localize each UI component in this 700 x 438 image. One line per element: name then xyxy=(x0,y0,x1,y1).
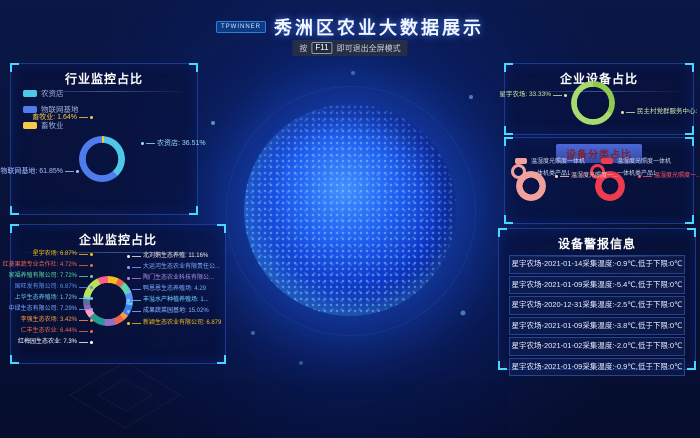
legend-swatch xyxy=(23,90,37,97)
hint-prefix: 按 xyxy=(299,43,307,54)
panel-industry-monitor: 行业监控占比 农资店物联网基地畜牧业 畜牧业: 1.64%农资店: 36.51%… xyxy=(10,63,198,215)
legend-label: 畜牧业 xyxy=(41,120,64,131)
chart-label: 仁丰生态农业: 6.44% xyxy=(21,328,93,334)
alarm-row: 星宇农场-2021-01-09采集温度:-0.9℃,低于下限:0℃ xyxy=(509,358,685,377)
chart-label: 新颖生态农业有限公司: 6.879 xyxy=(127,320,221,326)
legend-swatch xyxy=(601,158,613,164)
chart-label: 红菱果蔬专业合作社: 4.72% xyxy=(3,262,93,268)
chart-label: 中绿生态有限公司: 7.29% xyxy=(9,306,93,312)
chart-label: 国旺发有限公司: 6.87% xyxy=(15,284,93,290)
header: TPWINNER 秀洲区农业大数据展示 xyxy=(0,14,700,40)
chart-label: 上华生态养殖场: 1.72% xyxy=(15,295,93,301)
chart-label: 家福养殖有限公司: 7.72% xyxy=(9,273,93,279)
legend-label: 温湿度光照度一体机 xyxy=(531,156,585,165)
alarm-row: 星宇农场-2021-01-09采集温度:-5.4℃,低于下限:0℃ xyxy=(509,276,685,295)
chart-label: 大运河生态农业有限责任公... xyxy=(127,264,220,270)
alarm-row: 星宇农场-2021-01-09采集温度:-3.8℃,低于下限:0℃ xyxy=(509,317,685,336)
industry-donut-chart[interactable] xyxy=(79,136,125,182)
legend-item: 农资店 xyxy=(23,88,79,99)
hint-suffix: 即可退出全屏模式 xyxy=(337,43,401,54)
fullscreen-hint-bar: 按 F11 即可退出全屏模式 xyxy=(292,40,407,56)
panel-title-alarms: 设备警报信息 xyxy=(499,235,695,252)
alarm-list: 星宇农场-2021-01-14采集温度:-0.9℃,低于下限:0℃ 星宇农场-20… xyxy=(509,255,685,376)
legend-swatch xyxy=(23,106,37,113)
legend-item: 物联网基地 xyxy=(23,104,79,115)
legend-label: 农资店 xyxy=(41,88,64,99)
legend-label: 温湿度光照度一体机 xyxy=(617,156,671,165)
globe-visualization xyxy=(244,104,456,316)
legend-label: 一体机类产品1 xyxy=(617,168,656,177)
legend-swatch xyxy=(23,122,37,129)
divider xyxy=(19,252,217,253)
brand-logo: TPWINNER xyxy=(216,21,266,33)
panel-title-enterprise-monitor: 企业监控占比 xyxy=(11,231,225,248)
chart-label: 陶门生态农业科技有限公... xyxy=(127,275,214,281)
f11-key-badge: F11 xyxy=(311,42,332,54)
panel-title-industry: 行业监控占比 xyxy=(11,70,197,87)
chart-label: 李强生态农场: 3.42% xyxy=(21,317,93,323)
background-particles xyxy=(0,0,2,2)
chart-label: 红梅园生态农业: 7.3% xyxy=(18,339,93,345)
panel-device-class: 设备分类占比 温湿度光照度一体机一体机类产品1 温湿度光照度一体机一体机类产品1… xyxy=(504,137,694,224)
alarm-row: 星宇农场-2020-12-31采集温度:-2.5℃,低于下限:0℃ xyxy=(509,296,685,315)
legend-swatch xyxy=(515,158,527,164)
legend-item: 温湿度光照度一体机 xyxy=(601,156,671,165)
page-title: 秀洲区农业大数据展示 xyxy=(274,14,484,40)
legend-item: 温湿度光照度一体机 xyxy=(515,156,585,165)
enterprise-device-donut-chart[interactable] xyxy=(571,81,615,125)
chart-label: 北刘鹅生态养殖: 11.16% xyxy=(127,253,208,259)
device-class-right-donut-chart[interactable] xyxy=(595,171,625,201)
chart-label: 成果蔬菜园基地: 15.02% xyxy=(127,308,209,314)
panel-alarms: 设备警报信息 星宇农场-2021-01-14采集温度:-0.9℃,低于下限:0℃… xyxy=(498,228,696,370)
panel-enterprise-monitor: 企业监控占比 星宇农场: 6.87%红菱果蔬专业合作社: 4.72%家福养殖有限… xyxy=(10,224,226,364)
panel-enterprise-device: 企业设备占比 星宇农场: 33.33%民主村党群服务中心: xyxy=(504,63,694,135)
legend-item: 畜牧业 xyxy=(23,120,79,131)
legend-label: 物联网基地 xyxy=(41,104,79,115)
chart-label: 星宇农场: 33.33% xyxy=(499,92,567,99)
chart-label: 物联网基地: 61.85% xyxy=(0,168,79,175)
device-class-left-donut-chart[interactable] xyxy=(516,171,546,201)
chart-label: 鸭恩恩生态养殖场: 4.29 xyxy=(127,286,206,292)
chart-label: 丰溢水产种植养殖场: 1... xyxy=(127,297,209,303)
alarm-row: 星宇农场-2021-01-02采集温度:-2.0℃,低于下限:0℃ xyxy=(509,337,685,356)
chart-label: 民主村党群服务中心: xyxy=(621,109,697,116)
alarm-row: 星宇农场-2021-01-14采集温度:-0.9℃,低于下限:0℃ xyxy=(509,255,685,274)
chart-label: 农资店: 36.51% xyxy=(141,140,206,147)
enterprise-monitor-donut-chart[interactable] xyxy=(83,276,133,326)
industry-legend: 农资店物联网基地畜牧业 xyxy=(23,88,79,131)
